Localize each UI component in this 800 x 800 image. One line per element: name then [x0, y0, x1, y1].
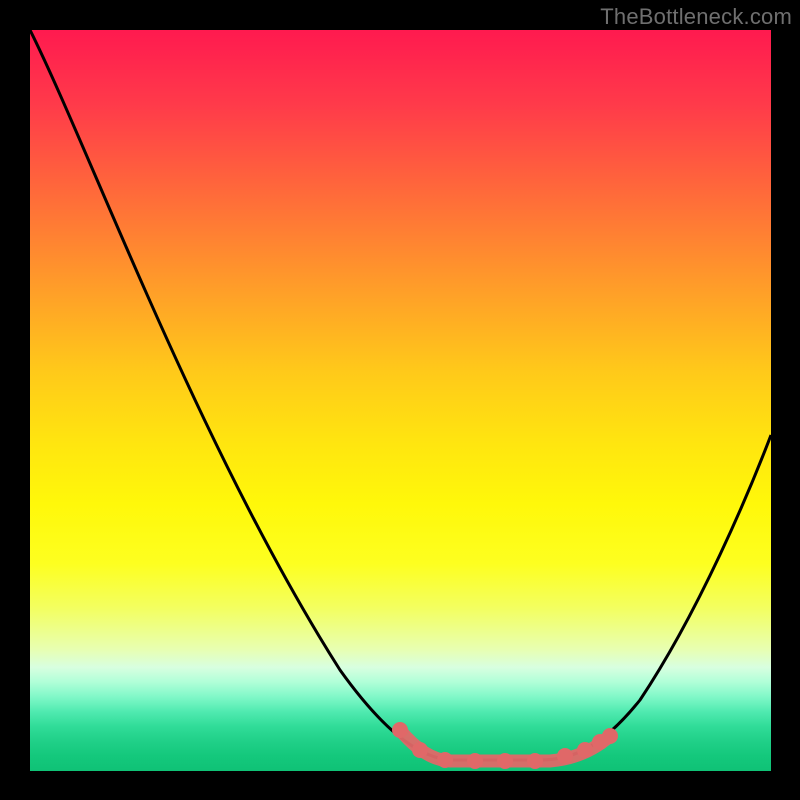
marker-dot [557, 748, 573, 764]
bottleneck-curve-svg [30, 30, 771, 771]
marker-dot [602, 728, 618, 744]
marker-dot [412, 742, 428, 758]
marker-dot [467, 753, 483, 769]
curve-path [30, 30, 771, 760]
marker-dot [392, 722, 408, 738]
chart-plot-area [30, 30, 771, 771]
marker-dot [437, 752, 453, 768]
marker-dot [497, 753, 513, 769]
marker-dot [527, 753, 543, 769]
watermark-text: TheBottleneck.com [600, 4, 792, 30]
marker-dot [577, 742, 593, 758]
marker-group [392, 722, 618, 769]
